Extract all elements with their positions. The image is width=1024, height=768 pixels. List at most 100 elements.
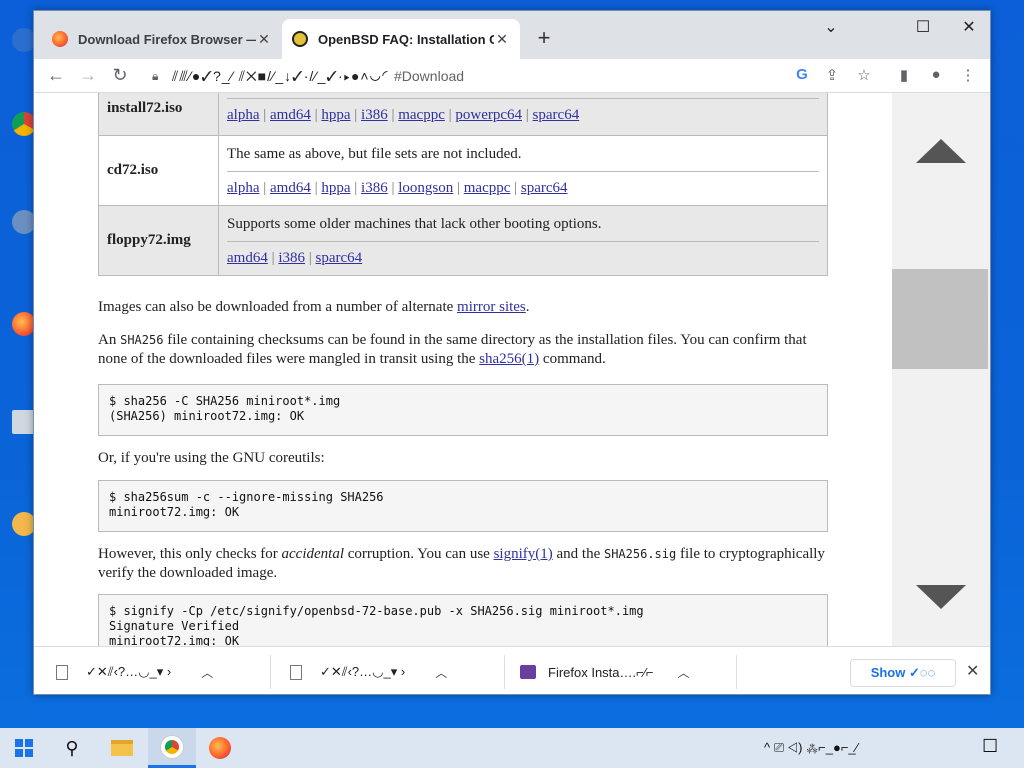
menu-kebab-icon[interactable]: ⋮ <box>958 66 978 84</box>
arch-link[interactable]: amd64 <box>270 107 311 123</box>
arch-link[interactable]: i386 <box>278 250 305 266</box>
minimize-button[interactable]: ⌄ <box>816 17 846 37</box>
scroll-up-arrow-icon[interactable] <box>916 139 966 163</box>
start-button[interactable] <box>0 728 48 768</box>
arch-link[interactable]: powerpc64 <box>455 107 522 123</box>
signify-man-link[interactable]: signify(1) <box>494 546 553 562</box>
tab-firefox-download[interactable]: Download Firefox Browser — ✕ <box>42 19 282 59</box>
file-name: cd72.iso <box>98 135 219 206</box>
arch-links: alpha | amd64 | hppa | i386 | macppc | p… <box>227 107 580 123</box>
arch-link[interactable]: alpha <box>227 180 259 196</box>
arch-link[interactable]: hppa <box>321 180 350 196</box>
system-tray[interactable]: ^ ⎚ ◁) ⁂⌐_●⌐_⁄ <box>764 740 858 756</box>
toolbar: ← → ↻ 🔒︎ ⫽⫻⁄●✓?_⁄ ⫽✕■/⁄_↓✓·/⁄_✓·▸●˄◡◜#Do… <box>34 59 990 93</box>
tab-title: OpenBSD FAQ: Installation Gu <box>318 31 494 47</box>
arch-link[interactable]: i386 <box>361 107 388 123</box>
arch-link[interactable]: sparc64 <box>316 250 363 266</box>
row-description: Supports some older machines that lack o… <box>227 206 819 242</box>
scroll-down-arrow-icon[interactable] <box>916 585 966 609</box>
table-row: cd72.iso The same as above, but file set… <box>98 135 828 206</box>
code-block-sha256: $ sha256 -C SHA256 miniroot*.img (SHA256… <box>98 384 828 436</box>
show-all-button[interactable]: Show ✓◌◌ <box>850 659 956 687</box>
arch-link[interactable]: macppc <box>398 107 445 123</box>
desktop-icon-app[interactable] <box>6 210 36 270</box>
scrollbar-thumb[interactable] <box>892 269 988 369</box>
chevron-up-icon[interactable]: ︿ <box>678 664 690 681</box>
taskbar-firefox[interactable] <box>196 728 244 768</box>
arch-link[interactable]: i386 <box>361 180 388 196</box>
taskbar-file-explorer[interactable] <box>98 728 146 768</box>
arch-link[interactable]: loongson <box>398 180 453 196</box>
desktop-icon-app2[interactable] <box>6 512 36 572</box>
google-icon[interactable]: G <box>792 66 812 83</box>
arch-link[interactable]: alpha <box>227 107 259 123</box>
tab-strip: Download Firefox Browser — ✕ OpenBSD FAQ… <box>34 11 990 59</box>
lock-icon: 🔒︎ <box>152 68 159 83</box>
table-row: floppy72.img Supports some older machine… <box>98 205 828 276</box>
download-label: Firefox Insta….⌐⁄⌐ <box>548 664 654 680</box>
share-icon[interactable]: ⇪ <box>822 66 842 84</box>
notification-icon[interactable]: ☐ <box>982 736 998 757</box>
page-scrollbar[interactable] <box>892 93 990 646</box>
download-item[interactable]: ✓✕⫽‹?…◡_▾ › ︿ <box>290 655 447 689</box>
file-icon <box>56 664 68 680</box>
row-description: The same as above, but file sets are not… <box>227 136 819 172</box>
paragraph-mirrors: Images can also be downloaded from a num… <box>98 299 530 315</box>
download-item[interactable]: ✓✕⫽‹?…◡_▾ › ︿ <box>56 655 213 689</box>
close-icon[interactable]: ✕ <box>256 31 272 48</box>
arch-link[interactable]: sparc64 <box>521 180 568 196</box>
search-button[interactable]: ⚲ <box>48 728 96 768</box>
desktop-icon-firefox[interactable] <box>6 312 36 372</box>
browser-window: Download Firefox Browser — ✕ OpenBSD FAQ… <box>33 10 991 695</box>
firefox-installer-icon <box>520 665 536 679</box>
mirror-sites-link[interactable]: mirror sites <box>457 299 526 315</box>
tab-openbsd-faq[interactable]: OpenBSD FAQ: Installation Gu ✕ <box>282 19 520 59</box>
profile-avatar-icon[interactable]: ● <box>926 66 946 83</box>
arch-link[interactable]: hppa <box>321 107 350 123</box>
new-tab-button[interactable]: + <box>532 25 556 51</box>
bookmark-star-icon[interactable]: ☆ <box>854 66 874 84</box>
folder-icon <box>111 740 133 756</box>
chevron-up-icon[interactable]: ︿ <box>435 664 447 681</box>
desktop-icon[interactable] <box>6 28 36 88</box>
arch-link[interactable]: macppc <box>464 180 511 196</box>
paragraph-signify: However, this only checks for accidental… <box>98 546 825 581</box>
chevron-up-icon[interactable]: ︿ <box>201 664 213 681</box>
side-panel-icon[interactable]: ▮ <box>894 66 914 84</box>
search-icon: ⚲ <box>65 737 79 758</box>
window-close-button[interactable]: ✕ <box>954 17 984 37</box>
download-table: install72.iso alpha | amd64 | hppa | i38… <box>98 93 828 276</box>
back-button[interactable]: ← <box>44 65 68 86</box>
sha256-man-link[interactable]: sha256(1) <box>479 351 539 367</box>
url-text: ⫽⫻⁄●✓?_⁄ ⫽✕■/⁄_↓✓·/⁄_✓·▸●˄◡◜#Download <box>172 67 465 84</box>
paragraph-coreutils: Or, if you're using the GNU coreutils: <box>98 450 325 466</box>
paragraph-sha256: An SHA256 file containing checksums can … <box>98 332 807 367</box>
divider <box>736 655 737 689</box>
divider <box>504 655 505 689</box>
download-bar: ✓✕⫽‹?…◡_▾ › ︿ ✓✕⫽‹?…◡_▾ › ︿ Firefox Inst… <box>34 646 990 694</box>
arch-link[interactable]: sparc64 <box>533 107 580 123</box>
tab-title: Download Firefox Browser — <box>78 31 256 47</box>
arch-link[interactable]: amd64 <box>270 180 311 196</box>
close-download-bar-icon[interactable]: ✕ <box>966 661 979 681</box>
download-label: ✓✕⫽‹?…◡_▾ › <box>86 664 172 679</box>
firefox-icon <box>209 737 231 759</box>
forward-button[interactable]: → <box>76 65 100 86</box>
divider <box>270 655 271 689</box>
taskbar-chrome[interactable] <box>148 728 196 768</box>
windows-logo-icon <box>15 739 33 757</box>
chrome-icon <box>161 735 183 758</box>
address-bar[interactable]: 🔒︎ ⫽⫻⁄●✓?_⁄ ⫽✕■/⁄_↓✓·/⁄_✓·▸●˄◡◜#Download <box>142 62 882 90</box>
desktop-icon-chrome[interactable] <box>6 112 36 172</box>
close-icon[interactable]: ✕ <box>494 31 510 48</box>
desktop-icon-file[interactable] <box>6 410 36 470</box>
reload-button[interactable]: ↻ <box>108 65 132 86</box>
restore-button[interactable]: ☐ <box>908 17 938 37</box>
page-content: install72.iso alpha | amd64 | hppa | i38… <box>34 93 892 646</box>
code-block-signify: $ signify -Cp /etc/signify/openbsd-72-ba… <box>98 594 828 646</box>
taskbar: ⚲ ^ ⎚ ◁) ⁂⌐_●⌐_⁄ ☐ <box>0 728 1024 768</box>
file-icon <box>290 664 302 680</box>
arch-link[interactable]: amd64 <box>227 250 268 266</box>
table-row: install72.iso alpha | amd64 | hppa | i38… <box>98 93 828 136</box>
download-item-firefox[interactable]: Firefox Insta….⌐⁄⌐ ︿ <box>520 655 690 689</box>
